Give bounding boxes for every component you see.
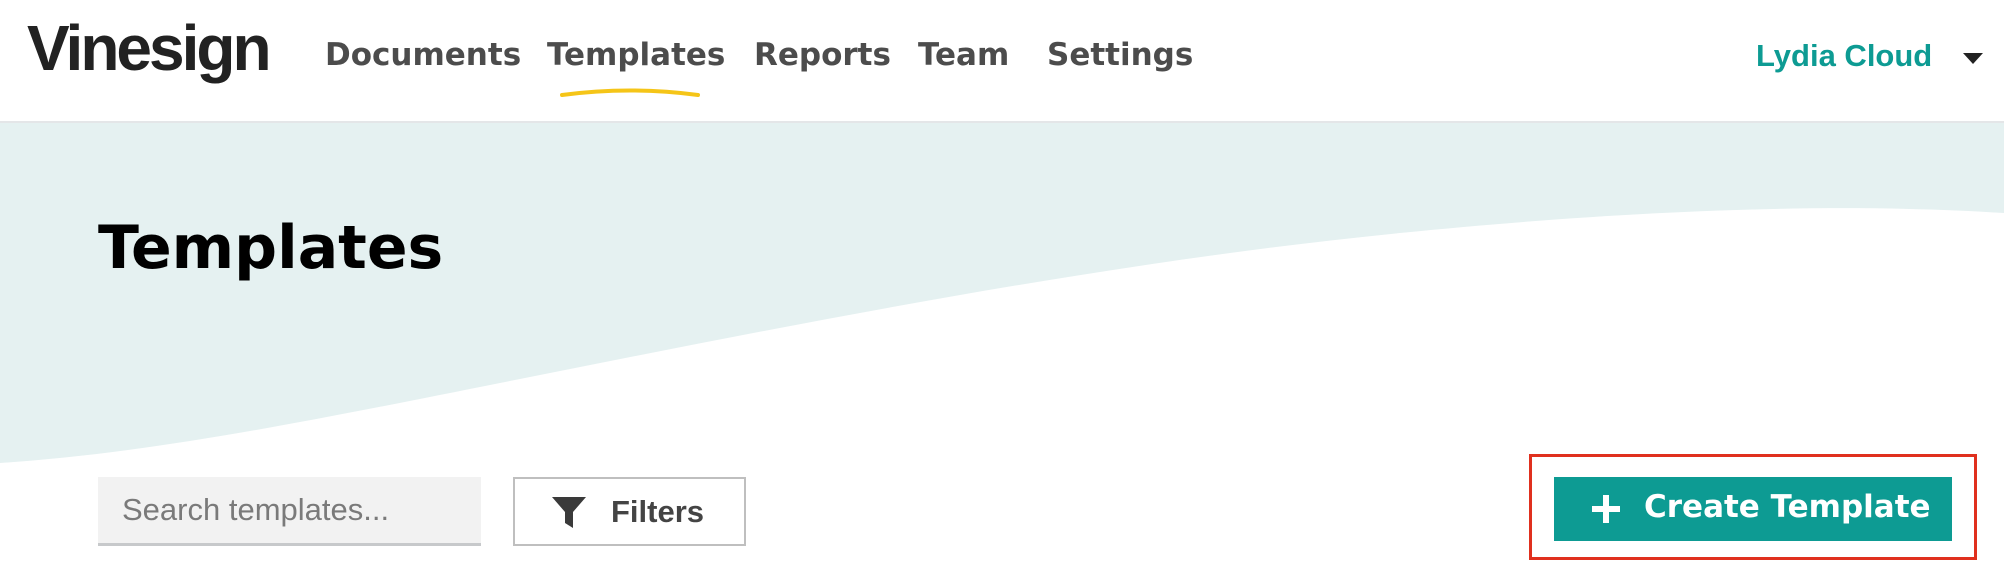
active-tab-underline: [560, 88, 700, 97]
nav-item-team[interactable]: Team: [918, 40, 1009, 71]
filters-button[interactable]: Filters: [513, 477, 746, 546]
filters-button-label: Filters: [611, 494, 705, 529]
vinesign-logo[interactable]: Vinesign: [27, 16, 272, 80]
nav-item-reports[interactable]: Reports: [754, 40, 891, 71]
page-title: Templates: [98, 213, 444, 283]
nav-item-settings[interactable]: Settings: [1047, 40, 1193, 71]
hero-wave-background: [0, 123, 2004, 463]
caret-down-icon[interactable]: [1963, 53, 1983, 64]
plus-icon: [1592, 495, 1620, 523]
nav-item-templates[interactable]: Templates: [547, 40, 725, 71]
top-navigation-bar: Vinesign Documents Templates Reports Tea…: [0, 0, 2004, 123]
create-template-label: Create Template: [1644, 489, 1931, 525]
search-templates-input[interactable]: [98, 477, 481, 546]
nav-item-documents[interactable]: Documents: [325, 40, 521, 71]
user-menu-name[interactable]: Lydia Cloud: [1756, 40, 1932, 71]
filter-icon: [552, 497, 586, 528]
create-template-button[interactable]: Create Template: [1554, 477, 1952, 541]
